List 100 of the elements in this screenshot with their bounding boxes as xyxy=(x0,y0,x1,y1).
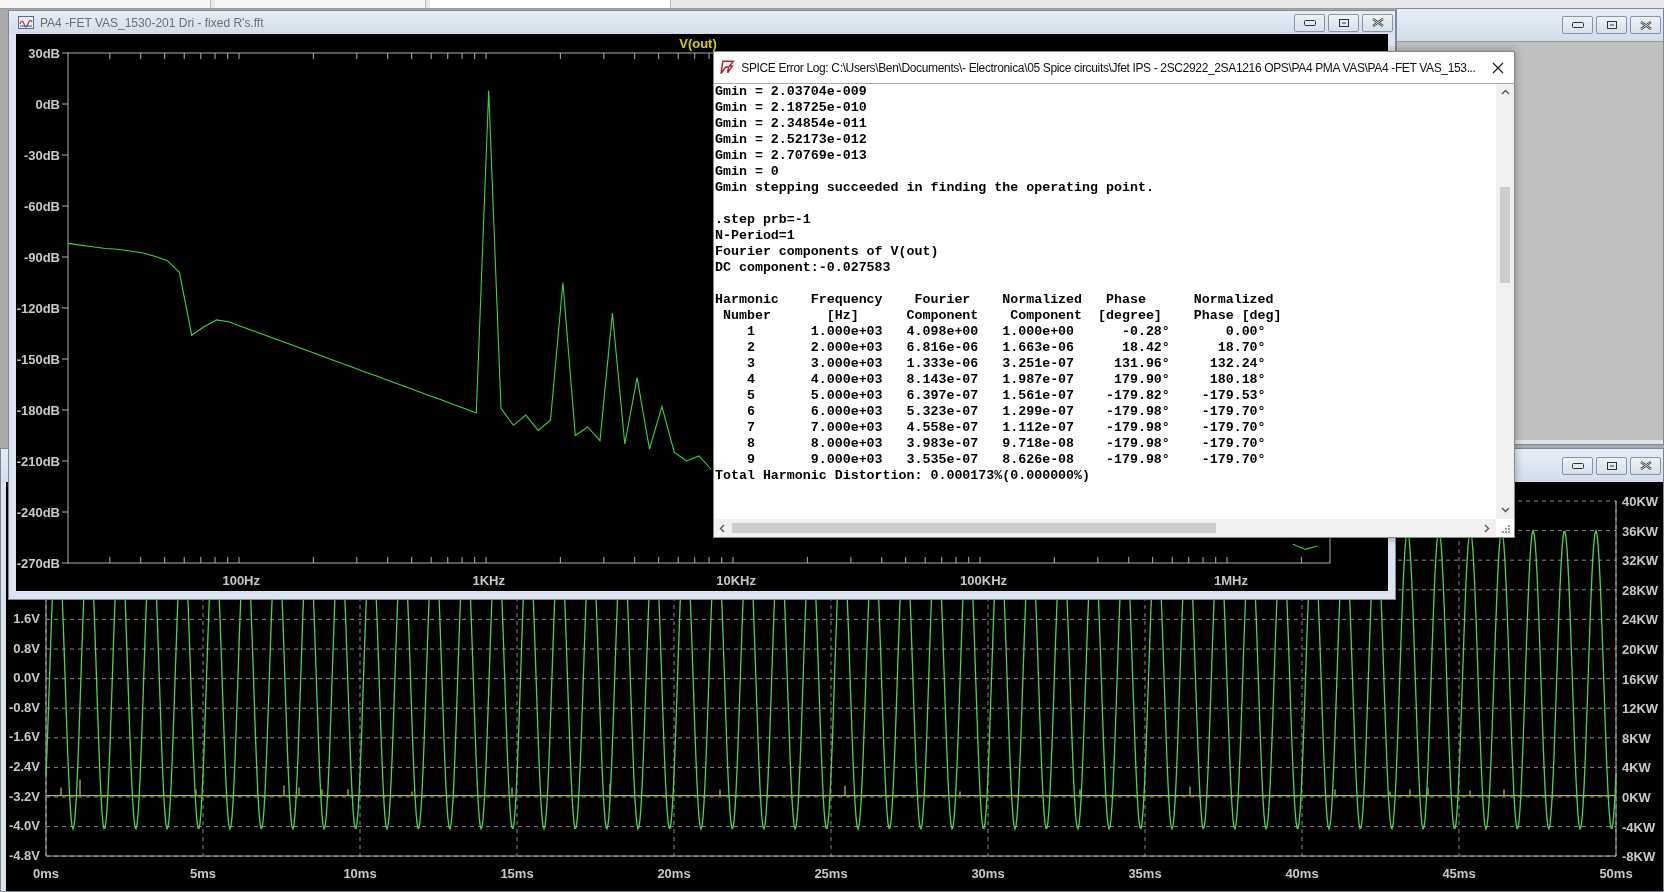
log-line: 7 7.000e+03 4.558e-07 1.112e-07 -179.98° -179.70° xyxy=(745,420,1267,436)
axis-tick-label: -4.0V xyxy=(8,818,40,834)
axis-tick-label: 4KW xyxy=(1622,760,1651,776)
axis-tick-label: 20KW xyxy=(1622,642,1659,657)
restore-button[interactable] xyxy=(1596,16,1627,34)
close-button[interactable] xyxy=(1630,16,1661,34)
axis-tick-label: -4.8V xyxy=(8,847,40,863)
scroll-up-icon[interactable] xyxy=(1500,89,1510,95)
axis-tick-label: -210dB xyxy=(16,454,60,469)
zigzag-icon xyxy=(720,60,736,75)
resize-grip-icon[interactable] xyxy=(1501,524,1511,534)
log-line: Gmin = 2.70769e-013 xyxy=(715,148,868,164)
log-line: 5 5.000e+03 6.397e-07 1.561e-07 -179.82° -179.53° xyxy=(745,388,1267,404)
axis-tick-label: -240dB xyxy=(16,505,60,520)
axis-tick-label: 0KW xyxy=(1622,790,1651,805)
axis-tick-label: 40ms xyxy=(1285,866,1319,881)
log-line: Number [Hz] Component Component [degree] Phase [deg] xyxy=(721,308,1283,324)
axis-tick-label: 35ms xyxy=(1128,866,1162,881)
log-line: 4 4.000e+03 8.143e-07 1.987e-07 179.90° 180.18° xyxy=(745,372,1267,388)
scroll-left-icon[interactable] xyxy=(719,523,725,533)
series-label: V(out) xyxy=(679,36,717,51)
axis-tick-label: 30dB xyxy=(28,46,60,61)
close-icon xyxy=(1371,18,1384,27)
axis-tick-label: 50ms xyxy=(1599,866,1633,881)
minimize-icon xyxy=(1303,19,1316,26)
axis-tick-label: 0.0V xyxy=(13,670,40,686)
dialog-title: SPICE Error Log: C:\Users\Ben\Documents\- Electronica\05 Spice circuits\Jfet IPS - 2SC2922_2SA1216 OPS\PA4 PMA VAS\PA4 -FET VAS_153... xyxy=(741,60,1476,75)
log-line: 6 6.000e+03 5.323e-07 1.299e-07 -179.98° -179.70° xyxy=(745,404,1267,420)
axis-tick-label: -0.8V xyxy=(8,699,40,715)
axis-tick-label: -3.2V xyxy=(8,788,40,804)
axis-tick-label: -1.6V xyxy=(8,729,40,745)
close-button[interactable] xyxy=(1362,13,1393,32)
restore-icon xyxy=(1606,461,1617,470)
log-line: Fourier components of V(out) xyxy=(715,244,940,260)
axis-tick-label: -150dB xyxy=(16,352,60,367)
axis-tick-label: -60dB xyxy=(23,199,60,214)
log-line: 2 2.000e+03 6.816e-06 1.663e-06 18.42° 18.70° xyxy=(745,340,1267,356)
axis-tick-label: 40KW xyxy=(1622,494,1659,509)
log-line: Gmin stepping succeeded in finding the operating point. xyxy=(715,180,1155,196)
log-line: 9 9.000e+03 3.535e-07 8.626e-08 -179.98° -179.70° xyxy=(745,452,1267,468)
close-icon xyxy=(1639,461,1652,470)
log-line: Harmonic Frequency Fourier Normalized Phase Normalized xyxy=(715,292,1275,308)
axis-tick-label: 100Hz xyxy=(222,573,260,588)
scroll-down-icon[interactable] xyxy=(1500,507,1510,513)
scroll-right-icon[interactable] xyxy=(1484,523,1490,533)
log-line: Total Harmonic Distortion: 0.000173%(0.000000%) xyxy=(715,468,1092,484)
log-line: 8 8.000e+03 3.983e-07 9.718e-08 -179.98° -179.70° xyxy=(745,436,1267,452)
axis-tick-label: 1KHz xyxy=(472,573,505,588)
axis-tick-label: 28KW xyxy=(1622,582,1659,598)
log-line: Gmin = 2.34854e-011 xyxy=(715,116,868,132)
axis-tick-label: 32KW xyxy=(1622,553,1659,569)
axis-tick-label: 5ms xyxy=(190,866,216,881)
log-line: Gmin = 2.52173e-012 xyxy=(715,132,868,148)
axis-tick-label: 45ms xyxy=(1442,866,1476,881)
log-line: DC component:-0.027583 xyxy=(715,260,892,276)
axis-tick-label: 0dB xyxy=(35,97,60,112)
log-line: 1 1.000e+03 4.098e+00 1.000e+00 -0.28° 0.00° xyxy=(745,324,1267,340)
axis-tick-label: 16KW xyxy=(1622,671,1659,687)
close-icon xyxy=(1639,20,1652,30)
axis-tick-label: 20ms xyxy=(657,866,691,881)
log-line: N-Period=1 xyxy=(715,228,796,244)
axis-tick-label: -8KW xyxy=(1622,849,1656,865)
close-button[interactable] xyxy=(1630,456,1661,475)
log-line: 3 3.000e+03 1.333e-06 3.251e-07 131.96° 132.24° xyxy=(745,356,1267,372)
axis-tick-label: 30ms xyxy=(971,866,1005,881)
scrollbar-thumb[interactable] xyxy=(1500,187,1510,283)
restore-button[interactable] xyxy=(1328,13,1359,32)
axis-tick-label: -4KW xyxy=(1622,819,1656,835)
axis-tick-label: -90dB xyxy=(23,250,60,265)
axis-tick-label: 25ms xyxy=(814,866,848,881)
axis-tick-label: 8KW xyxy=(1622,730,1651,746)
axis-tick-label: 1MHz xyxy=(1214,573,1248,588)
minimize-button[interactable] xyxy=(1294,13,1325,32)
axis-tick-label: -180dB xyxy=(16,403,60,418)
restore-button[interactable] xyxy=(1596,456,1627,475)
restore-icon xyxy=(1338,18,1349,27)
minimize-icon xyxy=(1571,22,1584,28)
axis-tick-label: 15ms xyxy=(500,866,534,881)
log-line: Gmin = 0 xyxy=(715,164,780,180)
minimize-button[interactable] xyxy=(1562,456,1593,475)
vertical-scrollbar[interactable] xyxy=(1496,84,1514,519)
log-line: Gmin = 2.18725e-010 xyxy=(715,100,868,116)
axis-tick-label: 10ms xyxy=(343,866,377,881)
axis-tick-label: 1.6V xyxy=(13,611,40,626)
axis-tick-label: 12KW xyxy=(1622,701,1659,717)
window-title: PA4 -FET VAS_1530-201 Dri - fixed R's.fft xyxy=(40,15,265,30)
horizontal-scrollbar[interactable] xyxy=(714,519,1496,537)
waveform-icon xyxy=(18,16,34,29)
minimize-icon xyxy=(1571,462,1584,469)
axis-tick-label: -30dB xyxy=(23,148,60,163)
minimize-button[interactable] xyxy=(1562,16,1593,34)
restore-icon xyxy=(1606,21,1617,29)
close-icon xyxy=(1491,61,1504,74)
scrollbar-thumb[interactable] xyxy=(732,523,1216,533)
log-line: Gmin = 2.03704e-009 xyxy=(715,84,868,100)
axis-tick-label: 36KW xyxy=(1622,523,1659,539)
axis-tick-label: 100KHz xyxy=(960,573,1008,588)
axis-tick-label: 10KHz xyxy=(716,573,756,588)
axis-tick-label: -2.4V xyxy=(8,759,40,774)
axis-tick-label: -270dB xyxy=(16,556,60,571)
